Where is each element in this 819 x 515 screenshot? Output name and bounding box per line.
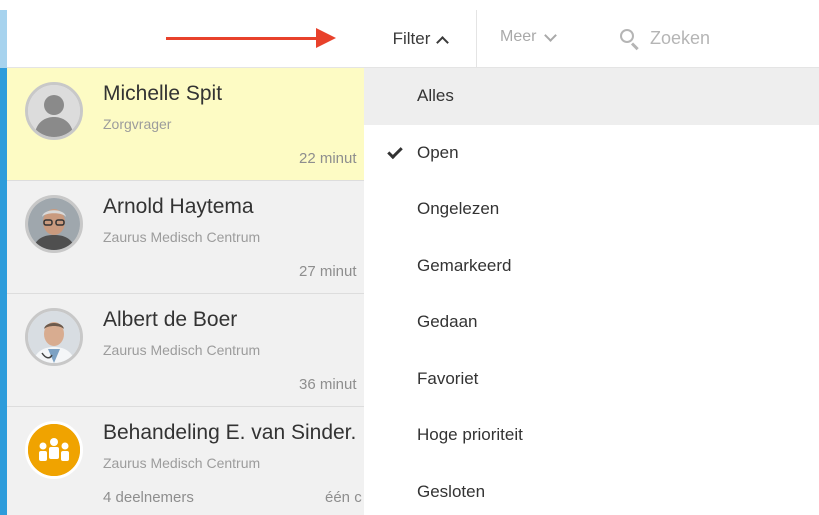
default-user-avatar-icon [25, 82, 83, 140]
conversation-subtitle: Zaurus Medisch Centrum [103, 229, 261, 245]
filter-option-label: Gesloten [417, 481, 486, 501]
filter-option-open[interactable]: Open [364, 125, 819, 182]
filter-option-alles[interactable]: Alles [364, 68, 819, 125]
conversation-time: één c [325, 489, 362, 506]
conversation-time: 22 minut [299, 150, 357, 167]
conversation-name: Albert de Boer [103, 308, 238, 331]
filter-option-label: Hoge prioriteit [417, 425, 523, 445]
annotation-arrow-head [316, 28, 336, 48]
search-input[interactable] [650, 28, 800, 49]
filter-option-hoge-prioriteit[interactable]: Hoge prioriteit [364, 407, 819, 464]
conversation-subtitle: Zorgvrager [103, 116, 172, 132]
conversation-name: Michelle Spit [103, 82, 223, 105]
toolbar-divider [476, 10, 477, 68]
filter-option-label: Gedaan [417, 312, 478, 332]
conversation-name: Behandeling E. van Sinder. [103, 421, 357, 444]
annotation-arrow [166, 28, 336, 48]
search-box[interactable] [620, 28, 800, 50]
filter-option-ongelezen[interactable]: Ongelezen [364, 181, 819, 238]
conversation-time: 27 minut [299, 263, 357, 280]
chevron-up-icon [436, 35, 450, 49]
checkmark-icon [387, 143, 403, 159]
meer-label: Meer [500, 28, 537, 45]
filter-button[interactable]: Filter [364, 10, 476, 68]
annotation-arrow-line [166, 37, 318, 40]
conversation-time: 36 minut [299, 376, 357, 393]
conversation-name: Arnold Haytema [103, 195, 254, 218]
conversation-item-arnold-haytema[interactable]: Arnold Haytema Zaurus Medisch Centrum 27… [7, 181, 364, 294]
filter-option-favoriet[interactable]: Favoriet [364, 351, 819, 408]
conversation-subtitle: Zaurus Medisch Centrum [103, 455, 261, 471]
filter-option-label: Alles [417, 86, 454, 106]
toolbar-accent-strip [0, 10, 7, 68]
filter-option-label: Gemarkeerd [417, 255, 512, 275]
group-icon [25, 421, 83, 479]
filter-option-label: Favoriet [417, 368, 479, 388]
filter-option-gesloten[interactable]: Gesloten [364, 464, 819, 515]
filter-label: Filter [392, 29, 431, 48]
user-avatar-photo [25, 195, 83, 253]
conversation-item-albert-de-boer[interactable]: Albert de Boer Zaurus Medisch Centrum 36… [7, 294, 364, 407]
filter-option-label: Open [417, 142, 459, 162]
filter-option-gemarkeerd[interactable]: Gemarkeerd [364, 238, 819, 295]
user-avatar-photo [25, 308, 83, 366]
top-toolbar: Filter Meer [0, 0, 819, 68]
conversation-list: Michelle Spit Zorgvrager 22 minut Arnold… [0, 68, 364, 515]
filter-option-label: Ongelezen [417, 199, 500, 219]
conversation-subtitle: Zaurus Medisch Centrum [103, 342, 261, 358]
participant-count: 4 deelnemers [103, 489, 194, 506]
chevron-down-icon [544, 28, 558, 42]
filter-option-gedaan[interactable]: Gedaan [364, 294, 819, 351]
filter-dropdown-menu: Alles Open Ongelezen Gemarkeerd Gedaan F… [364, 68, 819, 515]
conversation-item-behandeling[interactable]: Behandeling E. van Sinder. Zaurus Medisc… [7, 407, 364, 515]
meer-button[interactable]: Meer [500, 28, 558, 46]
conversation-item-michelle-spit[interactable]: Michelle Spit Zorgvrager 22 minut [7, 68, 364, 181]
search-icon [620, 28, 640, 50]
